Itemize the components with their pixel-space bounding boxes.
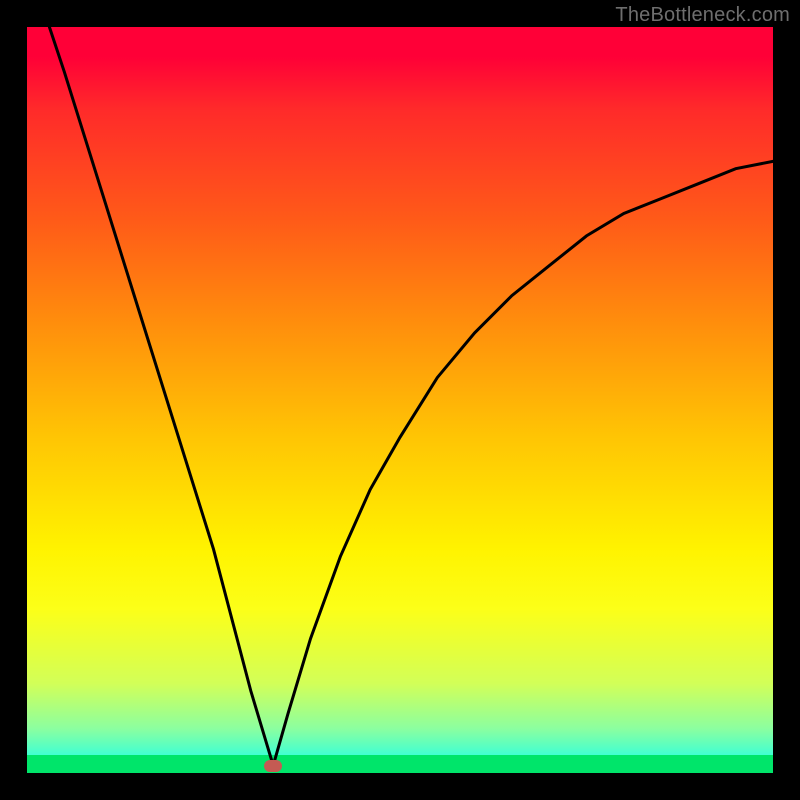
watermark-text: TheBottleneck.com xyxy=(615,4,790,27)
curve-layer xyxy=(27,27,773,773)
chart-frame: TheBottleneck.com xyxy=(0,0,800,800)
plot-area xyxy=(27,27,773,773)
curve-right-branch xyxy=(273,161,773,765)
minimum-marker xyxy=(264,760,282,772)
curve-left-branch xyxy=(49,27,273,766)
